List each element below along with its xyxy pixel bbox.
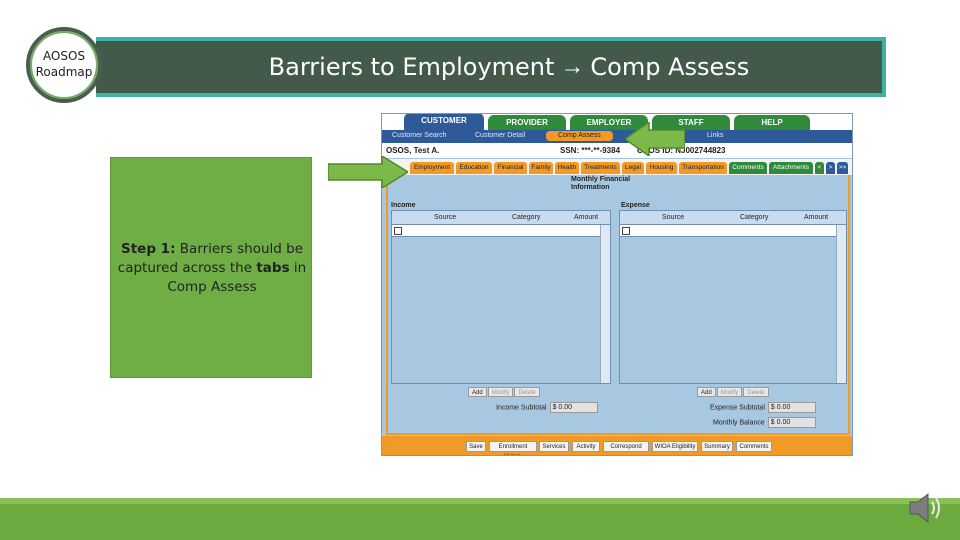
- top-tabs: CUSTOMER PROVIDER EMPLOYER STAFF HELP: [382, 114, 852, 131]
- arrow-left-icon: [625, 122, 685, 156]
- income-buttons: Add Modify Delete: [468, 387, 541, 397]
- activity-button[interactable]: Activity: [572, 441, 600, 452]
- income-subtotal-value: $ 0.00: [549, 402, 598, 413]
- nav-links[interactable]: Links: [707, 132, 723, 139]
- subtab-comments[interactable]: Comments: [729, 162, 767, 174]
- income-col-amount: Amount: [574, 214, 599, 221]
- title-right: Comp Assess: [590, 53, 750, 81]
- monthly-balance: Monthly Balance $ 0.00: [713, 417, 816, 428]
- subtab-financial[interactable]: Financial: [494, 162, 527, 174]
- expense-delete-button[interactable]: Delete: [743, 387, 769, 397]
- tab-help[interactable]: HELP: [734, 115, 810, 130]
- monthly-balance-value: $ 0.00: [767, 417, 816, 428]
- income-add-button[interactable]: Add: [468, 387, 487, 397]
- table-row[interactable]: [620, 225, 836, 237]
- arrow-right-icon: [328, 156, 408, 188]
- expense-add-button[interactable]: Add: [697, 387, 716, 397]
- arrow-right-icon: →: [560, 53, 585, 80]
- expense-subtotal-value: $ 0.00: [767, 402, 816, 413]
- bottom-button-bar: Save Enrollment History Services Activit…: [382, 436, 852, 455]
- customer-name: OSOS, Test A.: [386, 146, 440, 155]
- title-left: Barriers to Employment: [268, 53, 555, 81]
- enrollment-history-button[interactable]: Enrollment History: [489, 441, 537, 455]
- nav-comp-assess[interactable]: Comp Assess: [546, 131, 613, 141]
- customer-nav: Customer Search Customer Detail Comp Ass…: [382, 130, 852, 143]
- badge-line-1: AOSOS: [42, 49, 86, 64]
- subtab-family[interactable]: Family: [529, 162, 553, 174]
- tab-customer[interactable]: CUSTOMER: [404, 114, 484, 131]
- expense-table-header: Source Category Amount: [620, 211, 846, 225]
- income-delete-button[interactable]: Delete: [514, 387, 540, 397]
- subtab-next-button[interactable]: >: [826, 162, 835, 174]
- expense-scrollbar[interactable]: [836, 225, 846, 383]
- income-subtotal: Income Subtotal $ 0.00: [496, 402, 598, 413]
- nav-customer-detail[interactable]: Customer Detail: [475, 132, 525, 139]
- income-col-source: Source: [434, 214, 457, 221]
- correspond-button[interactable]: Correspond: [603, 441, 649, 452]
- expense-col-category: Category: [740, 214, 769, 221]
- subtab-education[interactable]: Education: [456, 162, 492, 174]
- financial-panel: Monthly Financial Information Income Sou…: [386, 175, 850, 435]
- nav-customer-search[interactable]: Customer Search: [392, 132, 446, 139]
- income-table: Source Category Amount: [391, 210, 611, 384]
- wioa-eligibility-button[interactable]: WIOA Eligibility: [652, 441, 698, 452]
- badge-line-2: Roadmap: [35, 65, 93, 79]
- speaker-icon[interactable]: [904, 488, 948, 528]
- expense-col-source: Source: [662, 214, 685, 221]
- comments-button[interactable]: Comments: [736, 441, 772, 452]
- expense-subtotal-label: Expense Subtotal: [710, 404, 765, 412]
- expense-modify-button[interactable]: Modify: [716, 387, 743, 397]
- subtab-treatments[interactable]: Treatments: [581, 162, 620, 174]
- income-scrollbar[interactable]: [600, 225, 610, 383]
- subtab-health[interactable]: Health: [555, 162, 579, 174]
- subtab-transportation[interactable]: Transportation: [679, 162, 727, 174]
- subtab-housing[interactable]: Housing: [646, 162, 677, 174]
- callout-step-label: Step 1:: [120, 241, 176, 257]
- income-table-header: Source Category Amount: [392, 211, 610, 225]
- callout-box: Step 1: Barriers should be captured acro…: [110, 157, 312, 378]
- roadmap-badge: AOSOS Roadmap: [26, 27, 102, 103]
- title-bar: Barriers to Employment → Comp Assess: [96, 37, 886, 97]
- expense-buttons: Add Modify Delete: [697, 387, 770, 397]
- row-checkbox[interactable]: [622, 227, 630, 235]
- subtab-last-button[interactable]: >>: [837, 162, 848, 174]
- subtab-prev-button[interactable]: <: [815, 162, 824, 174]
- callout-text: Step 1: Barriers should be captured acro…: [111, 240, 313, 297]
- footer-bar: [0, 504, 960, 540]
- tab-provider[interactable]: PROVIDER: [488, 115, 566, 130]
- subtab-employment[interactable]: Employment: [410, 162, 454, 174]
- income-label: Income: [391, 202, 416, 209]
- expense-col-amount: Amount: [804, 214, 829, 221]
- summary-button[interactable]: Summary: [701, 441, 733, 452]
- table-row[interactable]: [392, 225, 600, 237]
- slide: Barriers to Employment → Comp Assess AOS…: [0, 0, 960, 540]
- row-checkbox[interactable]: [394, 227, 402, 235]
- monthly-balance-label: Monthly Balance: [713, 419, 765, 427]
- app-screenshot: CUSTOMER PROVIDER EMPLOYER STAFF HELP Cu…: [381, 113, 853, 456]
- subtab-legal[interactable]: Legal: [622, 162, 644, 174]
- income-modify-button[interactable]: Modify: [487, 387, 514, 397]
- expense-label: Expense: [621, 202, 650, 209]
- expense-subtotal: Expense Subtotal $ 0.00: [710, 402, 816, 413]
- callout-text-bold: tabs: [256, 260, 290, 276]
- comp-assess-tabs: Employment Education Financial Family He…: [382, 159, 852, 175]
- customer-ssn: SSN: ***-**-9384: [560, 146, 621, 155]
- save-button[interactable]: Save: [466, 441, 486, 452]
- section-title: Monthly Financial Information: [571, 176, 631, 191]
- services-button[interactable]: Services: [539, 441, 569, 452]
- income-col-category: Category: [512, 214, 541, 221]
- income-subtotal-label: Income Subtotal: [496, 404, 547, 412]
- expense-table: Source Category Amount: [619, 210, 847, 384]
- customer-info-row: OSOS, Test A. SSN: ***-**-9384 OSOS ID: …: [382, 143, 852, 158]
- subtab-attachments[interactable]: Attachments: [769, 162, 813, 174]
